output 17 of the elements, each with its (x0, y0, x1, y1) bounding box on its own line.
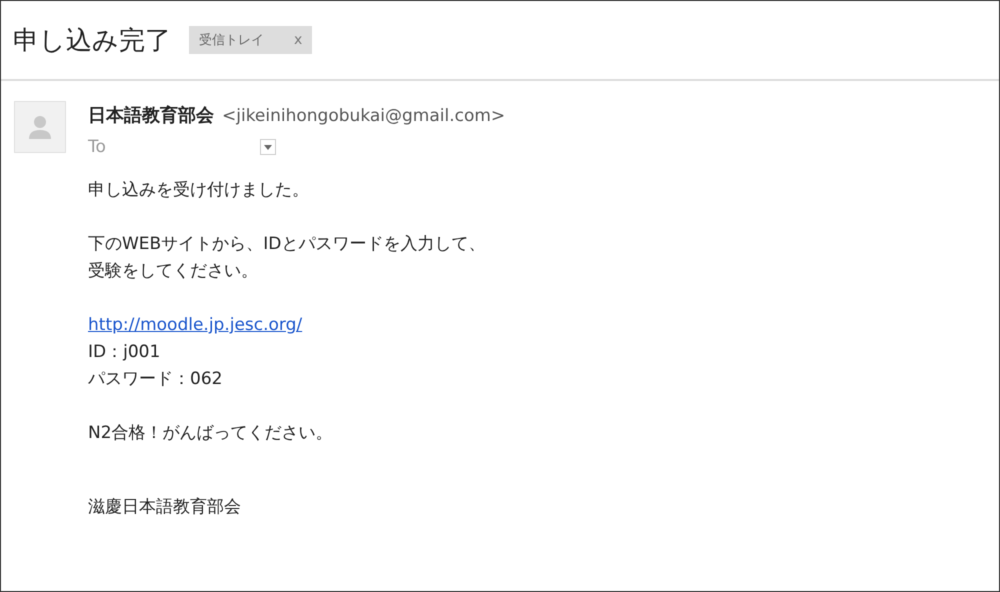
body-text: 滋慶日本語教育部会 (88, 496, 242, 519)
recipient-label: To (88, 137, 106, 157)
label-text: 受信トレイ (199, 32, 264, 49)
email-subject: 申し込み完了 (13, 24, 171, 58)
body-text: N2合格！がんばってください。 (88, 422, 334, 445)
caret-icon (264, 144, 272, 150)
sender-email: <jikeinihongobukai@gmail.com> (222, 106, 506, 126)
avatar-icon (14, 101, 66, 153)
body-text: 下のWEBサイトから、IDとパスワードを入力して、 (88, 233, 486, 256)
sender-name: 日本語教育部会 (88, 104, 214, 127)
dropdown-button[interactable] (260, 139, 276, 155)
body-text: 受験をしてください。 (88, 260, 259, 283)
body-text: ID：j001 (88, 341, 162, 364)
body-text: 申し込みを受け付けました。 (88, 179, 310, 202)
remove-label-button[interactable]: x (294, 32, 302, 48)
website-link[interactable]: http://moodle.jp.jesc.org/ (88, 312, 506, 339)
body-text: パスワード：062 (88, 368, 224, 391)
